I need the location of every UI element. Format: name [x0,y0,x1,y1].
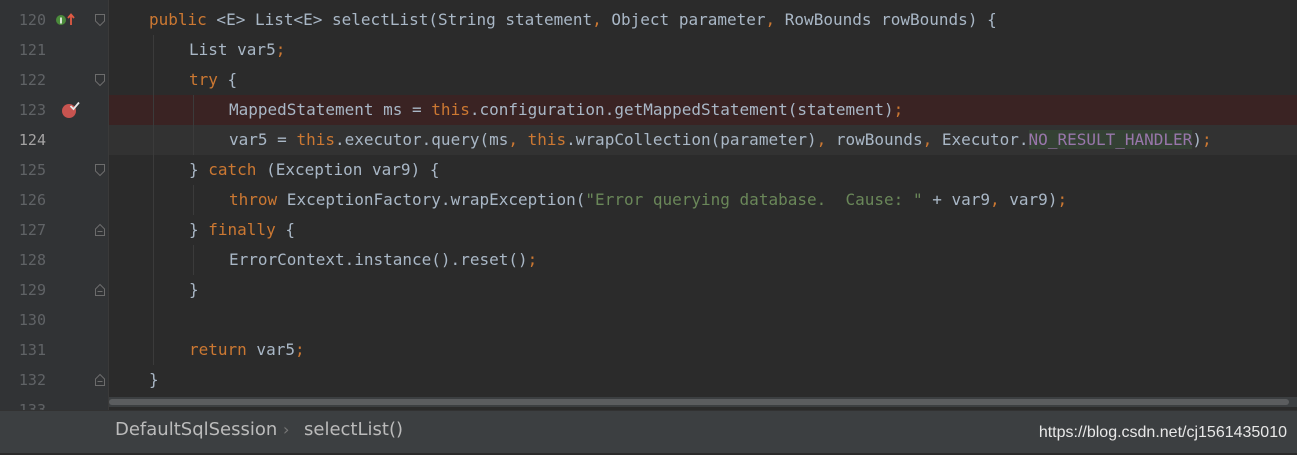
code-line-132[interactable]: 132 } [0,365,1297,395]
line-number: 128 [18,251,46,269]
code-line-129[interactable]: 129 } [0,275,1297,305]
code-text: } finally { [189,220,295,239]
line-number: 123 [18,101,46,119]
fold-close-icon[interactable] [94,373,106,387]
svg-text:I: I [60,17,63,26]
chevron-right-icon: › [283,420,290,439]
indent-guide [193,245,194,275]
line-number: 129 [18,281,46,299]
horizontal-scrollbar[interactable] [109,397,1297,407]
code-text: ErrorContext.instance().reset(); [229,250,538,269]
code-text: throw ExceptionFactory.wrapException("Er… [229,190,1068,209]
breadcrumb: DefaultSqlSession › selectList() https:/… [0,410,1297,453]
line-number: 124 [18,131,46,149]
code-line-122[interactable]: 122 try { [0,65,1297,95]
code-line-127[interactable]: 127 } finally { [0,215,1297,245]
breakpoint-icon[interactable] [60,95,82,125]
line-number: 127 [18,221,46,239]
fold-close-icon[interactable] [94,283,106,297]
code-line-123[interactable]: 123 MappedStatement ms = this.configurat… [0,95,1297,125]
override-method-icon[interactable]: I [55,5,77,35]
code-text: } catch (Exception var9) { [189,160,440,179]
fold-close-icon[interactable] [94,223,106,237]
line-number: 126 [18,191,46,209]
constant-highlight: NO_RESULT_HANDLER [1028,130,1193,149]
code-line-120[interactable]: 120 I public <E> List<E> selectList(Stri… [0,5,1297,35]
code-line-124[interactable]: 124 var5 = this.executor.query(ms, this.… [0,125,1297,155]
code-line-125[interactable]: 125 } catch (Exception var9) { [0,155,1297,185]
code-editor[interactable]: 120 I public <E> List<E> selectList(Stri… [0,0,1297,410]
watermark-url: https://blog.csdn.net/cj1561435010 [1038,424,1287,441]
indent-guide [153,35,154,365]
indent-guide [193,185,194,215]
code-text: var5 = this.executor.query(ms, this.wrap… [229,130,1212,149]
fold-open-icon[interactable] [94,13,106,27]
fold-open-icon[interactable] [94,73,106,87]
code-text: try { [189,70,238,89]
code-text: return var5; [189,340,305,359]
line-number: 122 [18,71,46,89]
line-number: 133 [18,401,46,410]
scrollbar-thumb[interactable] [109,399,1289,405]
line-number: 132 [18,371,46,389]
code-text: } [189,280,199,299]
breadcrumb-class[interactable]: DefaultSqlSession [115,411,277,449]
code-text: List var5; [189,40,286,59]
line-number: 125 [18,161,46,179]
code-line-130[interactable]: 130 [0,305,1297,335]
code-line-126[interactable]: 126 throw ExceptionFactory.wrapException… [0,185,1297,215]
indent-guide [193,95,194,155]
line-number: 130 [18,311,46,329]
line-number: 131 [18,341,46,359]
code-text: public <E> List<E> selectList(String sta… [149,10,997,29]
code-line-131[interactable]: 131 return var5; [0,335,1297,365]
code-text: MappedStatement ms = this.configuration.… [229,100,904,119]
code-text: } [149,370,159,389]
breadcrumb-method[interactable]: selectList() [304,411,403,449]
fold-open-icon[interactable] [94,163,106,177]
line-number: 120 [18,11,46,29]
code-line-121[interactable]: 121 List var5; [0,35,1297,65]
code-line-128[interactable]: 128 ErrorContext.instance().reset(); [0,245,1297,275]
line-number: 121 [18,41,46,59]
